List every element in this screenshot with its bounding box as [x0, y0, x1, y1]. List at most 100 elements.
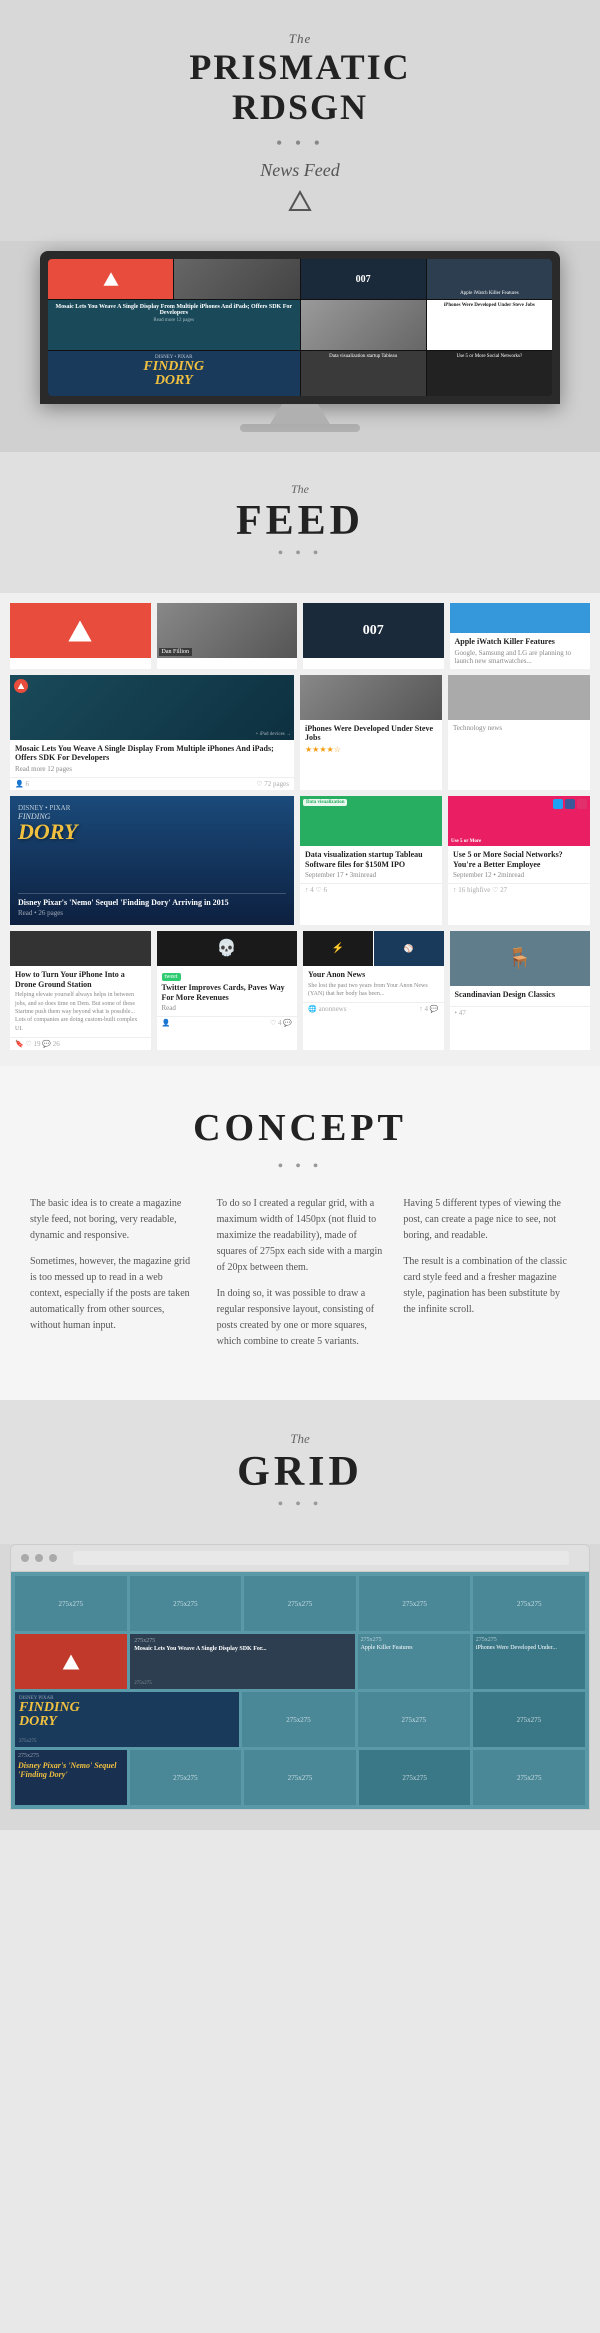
monitor-screen: 007 Apple iWatch Killer Features Mosaic … — [48, 259, 552, 396]
screen-cell-7: iPhones Were Developed Under Steve Jobs — [427, 300, 552, 350]
iphones-title: iPhones Were Developed Under Steve Jobs — [305, 724, 437, 743]
social-img: Use 5 or More — [448, 796, 590, 846]
browser-mockup: 275x275 275x275 275x275 275x275 275x275 — [10, 1544, 590, 1810]
anon-body: She lost the past two years from Your An… — [308, 982, 439, 999]
browser-address-bar[interactable] — [73, 1551, 569, 1565]
feed-card-person[interactable]: Dan Fillion — [157, 603, 298, 669]
grid-section-header: The GRID • • • — [0, 1400, 600, 1544]
grid-cell-7: 275x275 Mosaic Lets You Weave A Single D… — [130, 1634, 354, 1689]
browser-dot-2 — [35, 1554, 43, 1562]
grid-cell-19: 275x275 — [359, 1750, 471, 1805]
dataviz-stats: ↑ 4 ♡ 6 — [305, 886, 327, 894]
grid-row-4: 275x275 Disney Pixar's 'Nemo' Sequel 'Fi… — [15, 1750, 585, 1805]
dory-subtitle: Disney Pixar's 'Nemo' Sequel 'Finding Do… — [18, 898, 286, 907]
anon-title: Your Anon News — [308, 970, 439, 980]
iwatch-meta: Google, Samsung and LG are planning to l… — [455, 649, 586, 665]
feed-card-logo[interactable] — [10, 603, 151, 669]
twitter-footer: 👤 ♡ 4 💬 — [157, 1016, 298, 1029]
feed-card-dory[interactable]: DISNEY • PIXAR FINDING DORY Disney Pixar… — [10, 796, 294, 925]
screen-cell-4: Apple iWatch Killer Features — [427, 259, 552, 299]
dataviz-content: Data visualization startup Tableau Softw… — [300, 846, 442, 883]
dataviz-meta: September 17 • 3minread — [305, 871, 437, 879]
anon-source: 🌐 anonnews — [308, 1005, 346, 1013]
browser-bar — [11, 1545, 589, 1572]
mosaic-title: Mosaic Lets You Weave A Single Display F… — [15, 744, 289, 763]
placeholder-meta: Technology news — [453, 724, 585, 732]
feed-card-007[interactable]: 007 — [303, 603, 444, 669]
feed-card-anon[interactable]: ⚡ ⚾ Your Anon News She lost the past two… — [303, 931, 444, 1050]
grid-cell-12: 275x275 — [242, 1692, 354, 1747]
drone-title: How to Turn Your iPhone Into a Drone Gro… — [15, 970, 146, 989]
feed-card-social[interactable]: Use 5 or More Use 5 or More Social Netwo… — [448, 796, 590, 925]
feed-section-header: The FEED • • • — [0, 452, 600, 593]
dory-main-title: DORY — [18, 821, 286, 843]
screen-cell-10: Use 5 or More Social Networks? — [427, 351, 552, 396]
anon-content: Your Anon News She lost the past two yea… — [303, 966, 444, 1002]
screen-cell-3: 007 — [301, 259, 426, 299]
monitor: 007 Apple iWatch Killer Features Mosaic … — [40, 251, 560, 404]
hero-subtitle: The — [289, 31, 312, 46]
twitter-stats: ♡ 4 💬 — [270, 1019, 292, 1027]
logo-cell — [10, 603, 151, 658]
feed-row-4: How to Turn Your iPhone Into a Drone Gro… — [10, 931, 590, 1050]
grid-cell-6 — [15, 1634, 127, 1689]
feed-card-dataviz[interactable]: Data visualization Data visualization st… — [300, 796, 442, 925]
grid-cell-1-label: 275x275 — [59, 1600, 84, 1608]
iwatch-content: Apple iWatch Killer Features Google, Sam… — [450, 633, 591, 669]
drone-footer: 🔖 ♡ 19 💬 26 — [10, 1037, 151, 1050]
concept-col-3: Having 5 different types of viewing the … — [403, 1196, 570, 1360]
drone-img — [10, 931, 151, 966]
grid-cell-3: 275x275 — [244, 1576, 356, 1631]
browser-wrap: 275x275 275x275 275x275 275x275 275x275 — [0, 1544, 600, 1830]
concept-col1-p2: Sometimes, however, the magazine grid is… — [30, 1254, 197, 1334]
grid-cell-4-label: 275x275 — [402, 1600, 427, 1608]
feed-card-iwatch[interactable]: Apple iWatch Killer Features Google, Sam… — [450, 603, 591, 669]
screen-cell-2 — [174, 259, 299, 299]
screen-cell-dory: DISNEY • PIXAR FINDINGDORY — [48, 351, 300, 396]
grid-row-2: 275x275 Mosaic Lets You Weave A Single D… — [15, 1634, 585, 1689]
anon-footer: 🌐 anonnews ↑ 4 💬 — [303, 1002, 444, 1015]
feed-grid: Dan Fillion 007 Apple iWatch Killer Feat… — [0, 593, 600, 1066]
twitter-content: tweet Twitter Improves Cards, Paves Way … — [157, 966, 298, 1016]
feed-card-drone[interactable]: How to Turn Your iPhone Into a Drone Gro… — [10, 931, 151, 1050]
anon-stats: ↑ 4 💬 — [419, 1005, 438, 1013]
dory-disney: DISNEY • PIXAR — [18, 804, 286, 812]
feed-card-placeholder1[interactable]: Technology news — [448, 675, 590, 790]
concept-section: CONCEPT • • • The basic idea is to creat… — [0, 1066, 600, 1400]
screen-cell-5: Mosaic Lets You Weave A Single Display F… — [48, 300, 300, 350]
feed-card-scandinavian[interactable]: 🪑 Scandinavian Design Classics • 47 — [450, 931, 591, 1050]
scandinavian-content: Scandinavian Design Classics — [450, 986, 591, 1006]
grid-cell-9: 275x275 iPhones Were Developed Under... — [473, 1634, 585, 1689]
twitter-avatar: 👤 — [162, 1019, 171, 1027]
grid-cell-17: 275x275 — [130, 1750, 242, 1805]
hero-section: The PRISMATICRDSGN • • • News Feed — [0, 0, 600, 241]
feed-dots: • • • — [20, 545, 580, 563]
feed-card-iphones[interactable]: iPhones Were Developed Under Steve Jobs … — [300, 675, 442, 790]
hero-title: PRISMATICRDSGN — [20, 48, 580, 127]
feed-row-2: + iPad devices → Mosaic Lets You Weave A… — [10, 675, 590, 790]
feed-label: The — [20, 482, 580, 497]
social-meta: September 12 • 2minread — [453, 871, 585, 879]
grid-cell-20: 275x275 — [473, 1750, 585, 1805]
concept-dots: • • • — [30, 1158, 570, 1176]
concept-col-2: To do so I created a regular grid, with … — [217, 1196, 384, 1360]
concept-col-1: The basic idea is to create a magazine s… — [30, 1196, 197, 1360]
anon-img-grid: ⚡ ⚾ — [303, 931, 444, 966]
grid-label: The — [290, 1431, 310, 1446]
twitter-img: 💀 — [157, 931, 298, 966]
dataviz-img: Data visualization — [300, 796, 442, 846]
monitor-stand — [270, 404, 330, 424]
hero-dots: • • • — [20, 133, 580, 154]
concept-col3-p2: The result is a combination of the class… — [403, 1254, 570, 1318]
scandinavian-img: 🪑 — [450, 931, 591, 986]
screen-cell-6 — [301, 300, 426, 350]
feed-card-twitter[interactable]: 💀 tweet Twitter Improves Cards, Paves Wa… — [157, 931, 298, 1050]
scandinavian-stats: • 47 — [455, 1009, 466, 1017]
grid-cell-5-label: 275x275 — [517, 1600, 542, 1608]
grid-cell-18: 275x275 — [244, 1750, 356, 1805]
feed-card-mosaic[interactable]: + iPad devices → Mosaic Lets You Weave A… — [10, 675, 294, 790]
concept-col2-p2: In doing so, it was possible to draw a r… — [217, 1286, 384, 1350]
scandinavian-footer: • 47 — [450, 1006, 591, 1019]
grid-cell-4: 275x275 — [359, 1576, 471, 1631]
grid-cell-16: 275x275 Disney Pixar's 'Nemo' Sequel 'Fi… — [15, 1750, 127, 1805]
